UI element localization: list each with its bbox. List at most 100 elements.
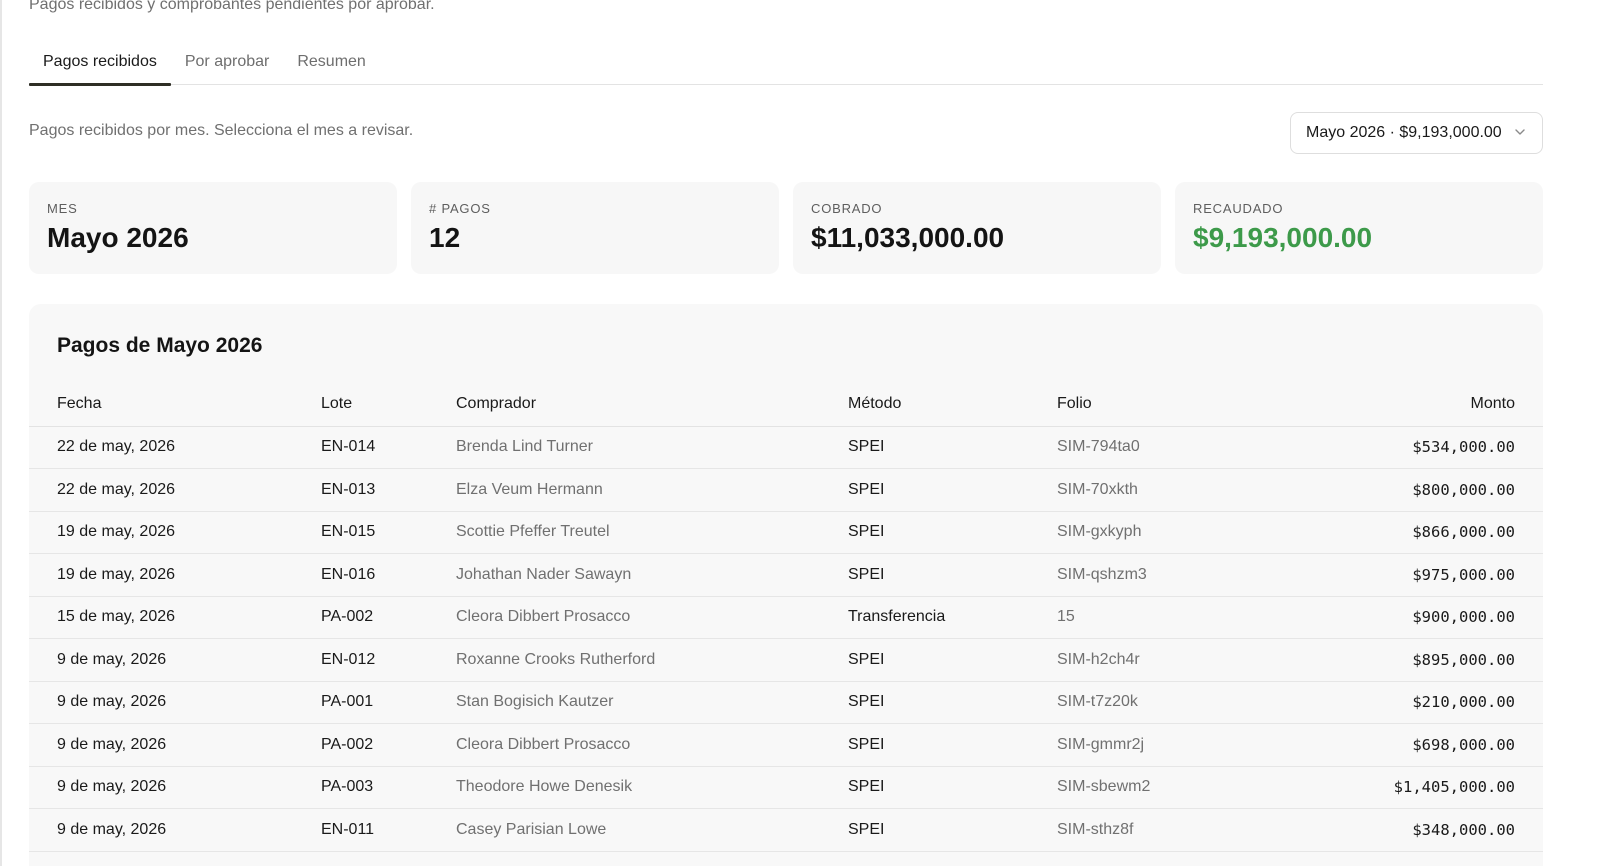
cell-comprador: Cleora Dibbert Prosacco [456, 723, 848, 767]
card-label: COBRADO [811, 201, 883, 216]
card-label: MES [47, 201, 78, 216]
table-row[interactable]: 22 de may, 2026 EN-014 Brenda Lind Turner S… [29, 426, 1543, 469]
cell-monto: $800,000.00 [1357, 468, 1543, 512]
summary-cards: MES Mayo 2026 # PAGOS 12 COBRADO $11,033… [29, 182, 1543, 274]
page-subtitle: Pagos recibidos y comprobantes pendiente… [29, 0, 435, 13]
cell-lote: EN-011 [321, 808, 456, 852]
cell-lote: PA-002 [321, 596, 456, 639]
cell-folio: SIM-h2ch4r [1057, 638, 1357, 682]
card-value: $11,033,000.00 [811, 222, 1005, 253]
card-value: $9,193,000.00 [1193, 222, 1373, 253]
cell-comprador: Scottie Pfeffer Treutel [456, 511, 848, 554]
column-header-monto[interactable]: Monto [1357, 383, 1543, 427]
table-row[interactable]: 9 de may, 2026 PA-002 Cleora Dibbert Prosa… [29, 723, 1543, 767]
cell-fecha: 22 de may, 2026 [29, 426, 321, 469]
cell-folio: SIM-794ta0 [1057, 426, 1357, 469]
column-header-lote[interactable]: Lote [321, 383, 456, 427]
tab-resumen[interactable]: Resumen [283, 40, 379, 85]
cell-folio: SIM-70xkth [1057, 468, 1357, 512]
chevron-down-icon [1515, 129, 1525, 135]
month-select-value: Mayo 2026 · $9,193,000.00 [1306, 124, 1501, 141]
cell-monto: $866,000.00 [1357, 511, 1543, 554]
column-header-metodo[interactable]: Método [848, 383, 1057, 427]
cell-lote: EN-014 [321, 426, 456, 469]
tab-bar: Pagos recibidos Por aprobar Resumen [29, 40, 1543, 86]
table-row[interactable]: 15 de may, 2026 PA-002 Cleora Dibbert Pros… [29, 596, 1543, 639]
cell-comprador: Stan Bogisich Kautzer [456, 681, 848, 724]
cell-lote: PA-002 [321, 723, 456, 767]
cell-folio: SIM-qshzm3 [1057, 553, 1357, 597]
cell-folio: SIM-t7z20k [1057, 681, 1357, 724]
cell-comprador: Cleora Dibbert Prosacco [456, 596, 848, 639]
cell-fecha: 22 de may, 2026 [29, 468, 321, 512]
left-divider [0, 0, 2, 866]
cell-metodo: Transferencia [848, 596, 1057, 639]
cell-monto: $698,000.00 [1357, 723, 1543, 767]
table-row[interactable]: 9 de may, 2026 PA-003 Theodore Howe Denesi… [29, 766, 1543, 809]
card-label: RECAUDADO [1193, 201, 1284, 216]
cell-fecha: 9 de may, 2026 [29, 808, 321, 852]
cell-folio: SIM-sbewm2 [1057, 766, 1357, 809]
cell-comprador: Elza Veum Hermann [456, 468, 848, 512]
cell-lote: EN-012 [321, 638, 456, 682]
cell-fecha: 9 de may, 2026 [29, 766, 321, 809]
cell-folio: SIM-gmmr2j [1057, 723, 1357, 767]
cell-folio: 15 [1057, 596, 1357, 639]
cell-monto: $895,000.00 [1357, 638, 1543, 682]
cell-comprador: Brenda Lind Turner [456, 426, 848, 469]
cell-fecha: 9 de may, 2026 [29, 638, 321, 682]
cell-fecha: 15 de may, 2026 [29, 596, 321, 639]
table-row[interactable]: 9 de may, 2026 EN-011 Casey Parisian Lowe S… [29, 808, 1543, 852]
card-cobrado: COBRADO $11,033,000.00 [793, 182, 1161, 274]
card-value: 12 [429, 222, 461, 253]
cell-monto: $975,000.00 [1357, 553, 1543, 597]
cell-comprador: Roxanne Crooks Rutherford [456, 638, 848, 682]
cell-metodo: SPEI [848, 681, 1057, 724]
card-value: Mayo 2026 [47, 222, 189, 253]
table-row[interactable]: 22 de may, 2026 EN-013 Elza Veum Hermann SP… [29, 468, 1543, 512]
cell-fecha: 9 de may, 2026 [29, 723, 321, 767]
cell-monto: $348,000.00 [1357, 808, 1543, 852]
cell-lote: EN-013 [321, 468, 456, 512]
table-header-row: Fecha Lote Comprador Método Folio Monto [29, 383, 1543, 427]
filter-hint: Pagos recibidos por mes. Selecciona el m… [29, 122, 414, 139]
cell-metodo: SPEI [848, 553, 1057, 597]
cell-comprador: Theodore Howe Denesik [456, 766, 848, 809]
cell-folio: SIM-sthz8f [1057, 808, 1357, 852]
table-row[interactable]: 19 de may, 2026 EN-015 Scottie Pfeffer Tre… [29, 511, 1543, 554]
card-label: # PAGOS [429, 201, 491, 216]
cell-lote: PA-001 [321, 681, 456, 724]
tab-por-aprobar[interactable]: Por aprobar [171, 40, 284, 85]
cell-lote: EN-016 [321, 553, 456, 597]
table-row[interactable]: 9 de may, 2026 PA-001 Stan Bogisich Kautze… [29, 681, 1543, 724]
table-row[interactable]: 19 de may, 2026 EN-016 Johathan Nader Sawa… [29, 553, 1543, 597]
payments-table: Fecha Lote Comprador Método Folio Monto … [29, 383, 1543, 852]
cell-metodo: SPEI [848, 426, 1057, 469]
cell-fecha: 19 de may, 2026 [29, 511, 321, 554]
column-header-comprador[interactable]: Comprador [456, 383, 848, 427]
cell-metodo: SPEI [848, 808, 1057, 852]
cell-lote: PA-003 [321, 766, 456, 809]
cell-monto: $210,000.00 [1357, 681, 1543, 724]
cell-metodo: SPEI [848, 766, 1057, 809]
cell-metodo: SPEI [848, 468, 1057, 512]
cell-fecha: 9 de may, 2026 [29, 681, 321, 724]
cell-metodo: SPEI [848, 511, 1057, 554]
cell-lote: EN-015 [321, 511, 456, 554]
cell-comprador: Johathan Nader Sawayn [456, 553, 848, 597]
cell-comprador: Casey Parisian Lowe [456, 808, 848, 852]
card-pagos: # PAGOS 12 [411, 182, 779, 274]
cell-monto: $534,000.00 [1357, 426, 1543, 469]
month-select[interactable]: Mayo 2026 · $9,193,000.00 [1290, 112, 1543, 154]
tab-pagos-recibidos[interactable]: Pagos recibidos [29, 40, 171, 86]
table-row[interactable]: 9 de may, 2026 EN-012 Roxanne Crooks Ruthe… [29, 638, 1543, 682]
column-header-fecha[interactable]: Fecha [29, 383, 321, 427]
payments-panel: Pagos de Mayo 2026 Fecha Lote Comprador … [29, 304, 1543, 866]
panel-title: Pagos de Mayo 2026 [57, 334, 263, 357]
cell-monto: $1,405,000.00 [1357, 766, 1543, 809]
card-recaudado: RECAUDADO $9,193,000.00 [1175, 182, 1543, 274]
column-header-folio[interactable]: Folio [1057, 383, 1357, 427]
cell-metodo: SPEI [848, 638, 1057, 682]
cell-metodo: SPEI [848, 723, 1057, 767]
cell-monto: $900,000.00 [1357, 596, 1543, 639]
